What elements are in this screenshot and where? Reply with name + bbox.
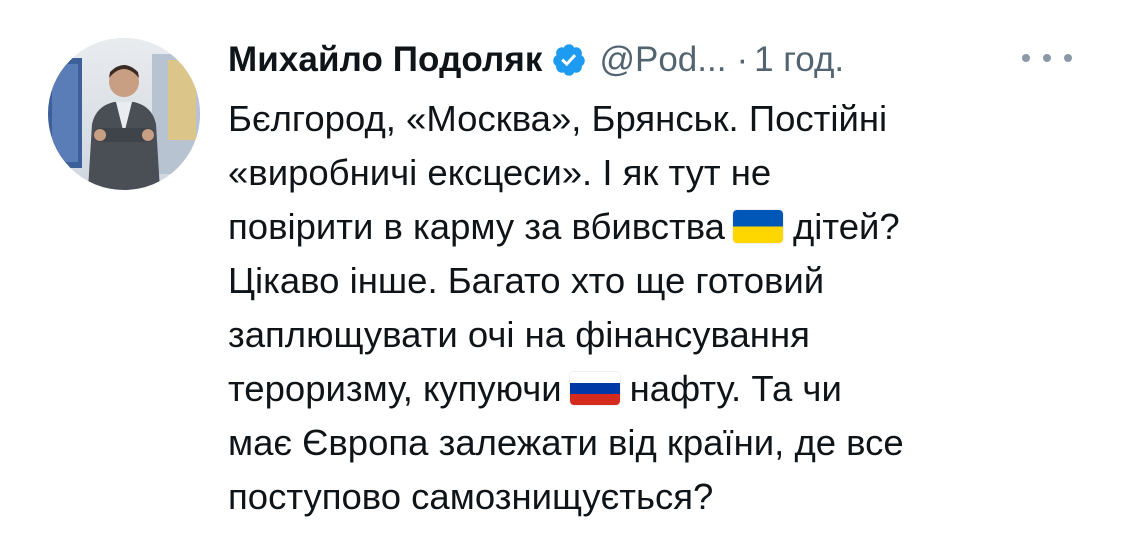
tweet-text-segment: нафту. Та чи: [629, 368, 842, 409]
more-dot: [1043, 54, 1051, 62]
tweet-text-line: Бєлгород, «Москва», Брянськ. Постійні: [228, 98, 888, 139]
author-name[interactable]: Михайло Подоляк: [228, 40, 542, 80]
tweet-text-line: Цікаво інше. Багато хто ще готовий: [228, 260, 825, 301]
tweet-text-line: має Європа залежати від країни, де все: [228, 422, 904, 463]
tweet-text-segment: тероризму, купуючи: [228, 368, 562, 409]
tweet: Михайло Подоляк @Pod... · 1 год. Бєлгоро…: [0, 0, 1125, 557]
tweet-text-segment: повірити в карму за вбивства: [228, 206, 725, 247]
tweet-text-line: поступово самознищується?: [228, 476, 714, 517]
russia-flag-icon: [569, 372, 620, 405]
author-avatar[interactable]: [48, 38, 200, 190]
verified-badge-icon: [551, 42, 587, 78]
more-dot: [1064, 54, 1072, 62]
separator-dot: ·: [736, 40, 749, 79]
tweet-text-line: «виробничі ексцеси». І як тут не: [228, 152, 772, 193]
tweet-text-line: повірити в карму за вбивства дітей?: [228, 200, 1108, 254]
more-dot: [1022, 54, 1030, 62]
avatar-photo: [48, 38, 200, 190]
ukraine-flag-icon: [732, 210, 783, 243]
tweet-text-line: тероризму, купуючи нафту. Та чи: [228, 362, 1108, 416]
tweet-timestamp[interactable]: 1 год.: [754, 40, 844, 80]
tweet-header: Михайло Подоляк @Pod... · 1 год.: [228, 34, 844, 86]
tweet-text-segment: дітей?: [792, 206, 900, 247]
more-options-icon[interactable]: [1022, 48, 1072, 68]
tweet-text: Бєлгород, «Москва», Брянськ. Постійні «в…: [228, 92, 1108, 524]
author-handle[interactable]: @Pod...: [599, 40, 726, 80]
tweet-text-line: заплющувати очі на фінансування: [228, 314, 810, 355]
